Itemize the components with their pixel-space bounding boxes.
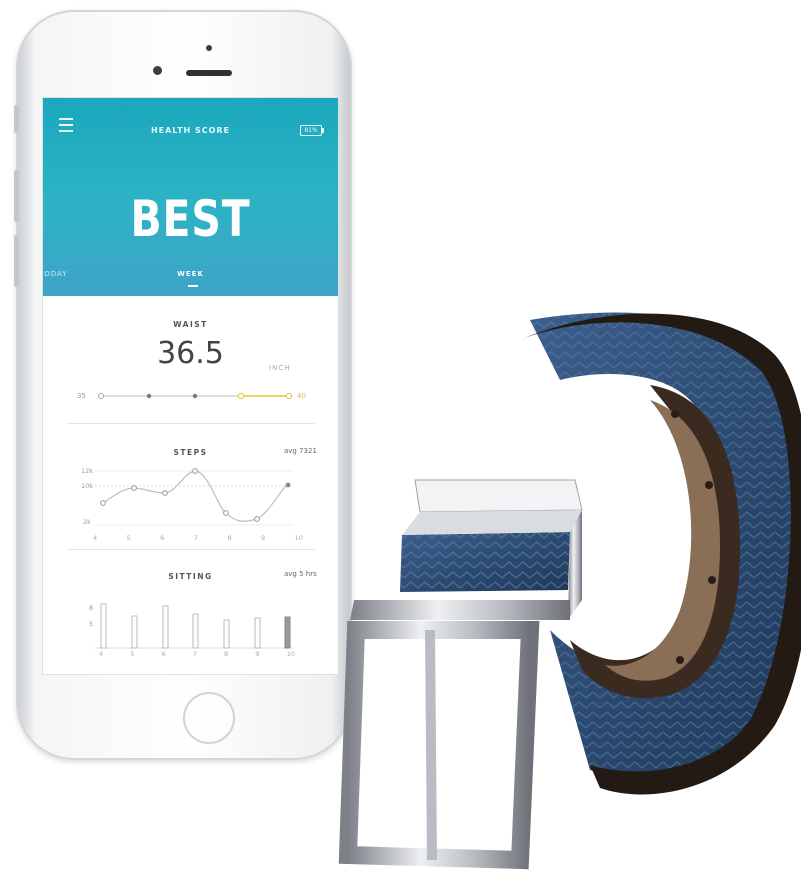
- sitting-bar: [284, 616, 291, 649]
- sitting-x-label: 9: [255, 650, 260, 658]
- steps-point: [223, 510, 229, 516]
- steps-x-label: 8: [227, 534, 232, 542]
- app-screen: HEALTH SCORE 81% BEST TODAY WEEK WAIST 3…: [42, 97, 339, 675]
- waist-slider-tick: [146, 393, 152, 399]
- sitting-bar: [254, 617, 261, 649]
- sitting-x-label: 10: [286, 650, 295, 658]
- steps-x-label: 10: [294, 534, 303, 542]
- health-score: BEST: [130, 190, 251, 248]
- tab-week[interactable]: WEEK: [43, 270, 338, 278]
- steps-point: [254, 516, 260, 522]
- sitting-bar: [131, 615, 138, 649]
- buckle-prong: [425, 629, 437, 861]
- steps-x-label: 9: [261, 534, 266, 542]
- waist-unit: INCH: [269, 364, 291, 372]
- steps-point: [285, 482, 291, 488]
- sitting-average: avg 5 hrs: [284, 570, 317, 578]
- steps-x-label: 7: [193, 534, 198, 542]
- steps-point: [192, 468, 198, 474]
- steps-line: [102, 470, 289, 522]
- waist-value: 36.5: [157, 336, 224, 371]
- sitting-x-axis: 4 5 6 7 8 9 10: [99, 650, 295, 658]
- sitting-bar: [100, 603, 107, 649]
- buckle-frame-pin: [338, 621, 540, 870]
- sitting-x-label: 6: [161, 650, 166, 658]
- home-button[interactable]: [183, 692, 235, 744]
- buckle-top-plate: [414, 479, 583, 513]
- active-tab-indicator: [188, 285, 198, 287]
- front-camera: [153, 66, 162, 75]
- steps-x-label: 4: [93, 534, 98, 542]
- waist-slider-end: [285, 392, 293, 400]
- sitting-x-label: 4: [99, 650, 104, 658]
- waist-title: WAIST: [173, 320, 208, 329]
- divider: [67, 423, 315, 424]
- steps-x-label: 5: [126, 534, 131, 542]
- sitting-x-label: 7: [192, 650, 197, 658]
- proximity-sensor: [206, 45, 212, 51]
- smart-belt-image: [338, 312, 801, 870]
- sitting-x-label: 8: [224, 650, 229, 658]
- earpiece-speaker: [186, 70, 232, 76]
- battery-icon: 81%: [300, 125, 324, 136]
- sitting-chart: [95, 603, 293, 649]
- steps-point: [162, 490, 168, 496]
- steps-point: [131, 485, 137, 491]
- waist-slider-tick: [192, 393, 198, 399]
- steps-x-label: 6: [160, 534, 165, 542]
- divider: [67, 549, 315, 550]
- header-title: HEALTH SCORE: [150, 126, 231, 135]
- waist-slider[interactable]: [43, 388, 338, 404]
- sitting-bar: [223, 619, 230, 649]
- buckle-frame: [402, 510, 582, 535]
- steps-average: avg 7321: [284, 447, 317, 455]
- sitting-bar: [192, 613, 199, 649]
- sitting-x-label: 5: [130, 650, 135, 658]
- steps-point: [100, 500, 106, 506]
- sitting-bar: [162, 605, 169, 649]
- waist-slider-thumb: [237, 392, 245, 400]
- steps-x-axis: 4 5 6 7 8 9 10: [93, 534, 303, 542]
- volume-up-button: [14, 170, 19, 222]
- buckle-bar: [350, 600, 570, 620]
- mute-switch: [14, 105, 19, 133]
- volume-down-button: [14, 235, 19, 287]
- header: HEALTH SCORE 81% BEST TODAY WEEK: [43, 98, 338, 296]
- waist-slider-start: [98, 393, 104, 399]
